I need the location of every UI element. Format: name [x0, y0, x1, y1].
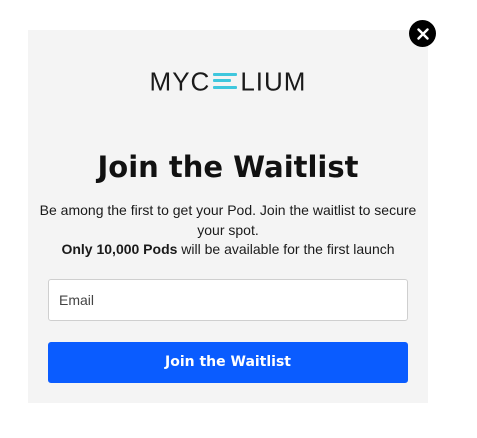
modal-description: Be among the first to get your Pod. Join…	[38, 201, 418, 260]
modal-title: Join the Waitlist	[97, 150, 359, 184]
close-button[interactable]	[409, 20, 436, 47]
waitlist-modal: MYC LIUM Join the Waitlist Be among the f…	[28, 30, 428, 403]
description-highlight: Only 10,000 Pods	[61, 241, 178, 257]
close-icon	[416, 27, 429, 40]
description-line: Be among the first to get your Pod. Join…	[39, 202, 417, 238]
mycelium-logo: MYC LIUM	[28, 66, 428, 97]
description-rest: will be available for the first launch	[177, 241, 395, 257]
email-field-wrapper	[48, 279, 408, 321]
logo-text-start: MYC	[149, 66, 211, 97]
logo-e-mark	[213, 70, 238, 92]
logo-text-end: LIUM	[240, 66, 307, 97]
join-waitlist-button[interactable]: Join the Waitlist	[48, 342, 408, 383]
email-field[interactable]	[49, 280, 399, 320]
